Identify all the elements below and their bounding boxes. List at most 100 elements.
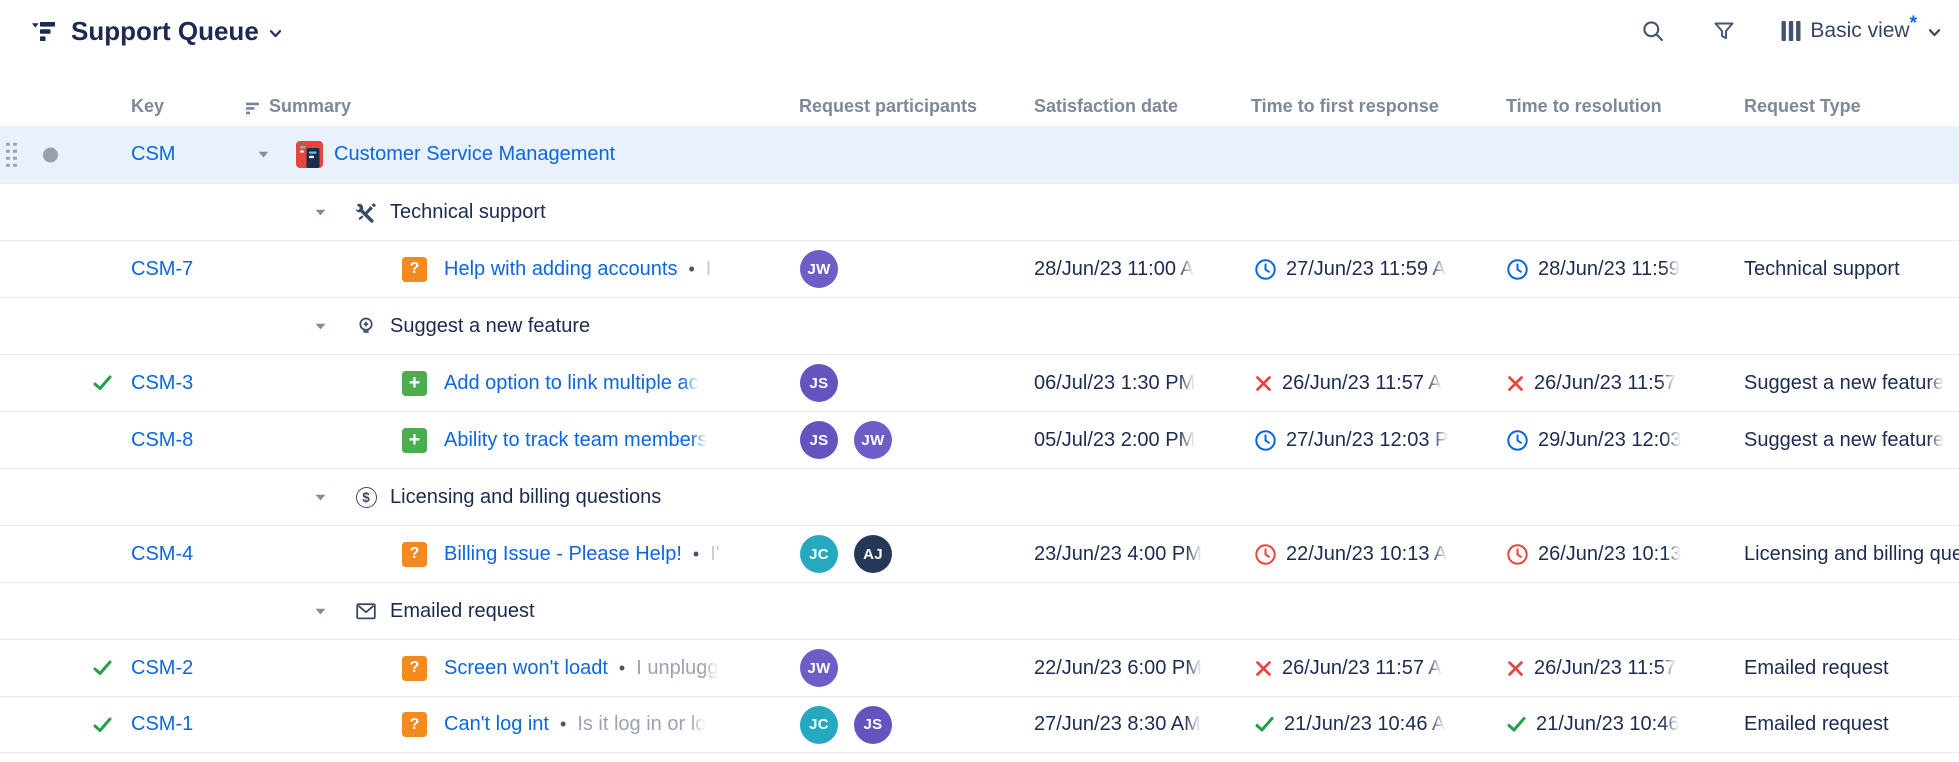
request-type-value: Emailed request [1744, 713, 1889, 736]
support-queue-page: Support Queue Basic view* [0, 0, 1959, 762]
column-header-key[interactable]: Key [34, 96, 215, 126]
group-row-emailed-request[interactable]: Emailed request [0, 582, 1959, 639]
view-switcher-button[interactable]: Basic view* [1781, 19, 1943, 43]
request-type-value: Suggest a new feature [1744, 429, 1944, 452]
envelope-icon [355, 603, 377, 620]
time-to-resolution-value: 28/Jun/23 11:59 [1538, 258, 1680, 281]
issue-key-link[interactable]: CSM-7 [131, 258, 193, 281]
suggestion-request-icon: + [402, 371, 427, 396]
project-key-link[interactable]: CSM [131, 143, 175, 166]
request-type-value: Suggest a new feature [1744, 372, 1944, 395]
avatar[interactable]: JW [800, 649, 838, 687]
satisfaction-date-value: 23/Jun/23 4:00 PM [1034, 543, 1202, 566]
table-header: Key Summary Request participants Satisfa… [0, 62, 1959, 126]
search-button[interactable] [1637, 15, 1669, 47]
avatar[interactable]: AJ [854, 535, 892, 573]
table-row-csm-8[interactable]: CSM-8 + Ability to track team members JS… [0, 411, 1959, 468]
issue-description-snippet: I [706, 258, 712, 281]
collapse-chevron-icon[interactable] [255, 146, 272, 163]
search-icon [1641, 19, 1665, 43]
status-dot [43, 147, 58, 162]
request-type-value: Technical support [1744, 258, 1900, 281]
issue-key-link[interactable]: CSM-8 [131, 429, 193, 452]
suggestion-request-icon: + [402, 428, 427, 453]
sort-icon[interactable] [244, 100, 261, 117]
collapse-chevron-icon[interactable] [312, 603, 329, 620]
table-row-csm-2[interactable]: CSM-2 ? Screen won't loadt • I unplugg J… [0, 639, 1959, 696]
page-title: Support Queue [71, 16, 259, 47]
avatar[interactable]: JS [800, 421, 838, 459]
project-title-link[interactable]: Customer Service Management [334, 143, 615, 166]
collapse-chevron-icon[interactable] [312, 489, 329, 506]
avatar[interactable]: JC [800, 706, 838, 744]
clock-icon [1506, 429, 1529, 452]
title-chevron-down-icon[interactable] [267, 25, 284, 42]
group-row-technical-support[interactable]: Technical support [0, 183, 1959, 240]
group-label: Technical support [390, 201, 546, 224]
satisfaction-date-value: 05/Jul/23 2:00 PM [1034, 429, 1195, 452]
filter-button[interactable] [1709, 16, 1739, 46]
group-row-suggest-a-new-feature[interactable]: Suggest a new feature [0, 297, 1959, 354]
column-header-time-to-first-response[interactable]: Time to first response [1250, 96, 1502, 126]
collapse-chevron-icon[interactable] [312, 318, 329, 335]
summary-separator-dot: • [560, 714, 566, 735]
time-to-first-response-value: 27/Jun/23 11:59 A [1286, 258, 1446, 281]
issue-key-link[interactable]: CSM-3 [131, 372, 193, 395]
time-to-first-response-value: 26/Jun/23 11:57 A [1282, 657, 1442, 680]
issue-title-link[interactable]: Help with adding accounts [444, 258, 677, 281]
toolbar-actions: Basic view* [1637, 15, 1943, 47]
clock-icon [1506, 543, 1529, 566]
issue-key-link[interactable]: CSM-2 [131, 657, 193, 680]
group-label: Emailed request [390, 600, 535, 623]
satisfaction-date-value: 06/Jul/23 1:30 PM [1034, 372, 1195, 395]
column-header-summary[interactable]: Summary [215, 96, 797, 126]
issue-title-link[interactable]: Billing Issue - Please Help! [444, 543, 682, 566]
request-type-value: Emailed request [1744, 657, 1889, 680]
check-icon [1254, 714, 1275, 735]
view-name-label: Basic view* [1810, 19, 1917, 43]
column-header-satisfaction-date[interactable]: Satisfaction date [1030, 96, 1250, 126]
table-row-csm-3[interactable]: CSM-3 + Add option to link multiple ac J… [0, 354, 1959, 411]
clock-icon [1506, 258, 1529, 281]
column-header-time-to-resolution[interactable]: Time to resolution [1502, 96, 1740, 126]
time-to-resolution-value: 26/Jun/23 11:57 [1534, 372, 1676, 395]
resolved-check-icon [92, 658, 113, 679]
question-request-icon: ? [402, 257, 427, 282]
time-to-first-response-value: 22/Jun/23 10:13 A [1286, 543, 1447, 566]
clock-icon [1254, 543, 1277, 566]
collapse-chevron-icon[interactable] [312, 204, 329, 221]
lightbulb-icon [355, 316, 377, 337]
time-to-first-response-value: 21/Jun/23 10:46 A [1284, 713, 1445, 736]
issue-title-link[interactable]: Screen won't loadt [444, 657, 608, 680]
check-icon [1506, 714, 1527, 735]
table-row-csm-4[interactable]: CSM-4 ? Billing Issue - Please Help! • I… [0, 525, 1959, 582]
clock-icon [1254, 429, 1277, 452]
avatar[interactable]: JS [854, 706, 892, 744]
x-icon [1254, 659, 1273, 678]
question-request-icon: ? [402, 656, 427, 681]
column-header-request-participants[interactable]: Request participants [797, 96, 1030, 126]
group-label: Suggest a new feature [390, 315, 590, 338]
question-request-icon: ? [402, 712, 427, 737]
avatar[interactable]: JW [854, 421, 892, 459]
issue-title-link[interactable]: Can't log int [444, 713, 549, 736]
drag-handle[interactable] [6, 142, 17, 167]
table-row-csm-7[interactable]: CSM-7 ? Help with adding accounts • I JW… [0, 240, 1959, 297]
summary-separator-dot: • [693, 544, 699, 565]
question-request-icon: ? [402, 542, 427, 567]
queue-structure-icon [30, 18, 57, 45]
satisfaction-date-value: 27/Jun/23 8:30 AM [1034, 713, 1201, 736]
issue-key-link[interactable]: CSM-1 [131, 713, 193, 736]
avatar[interactable]: JC [800, 535, 838, 573]
group-row-licensing-and-billing[interactable]: $ Licensing and billing questions [0, 468, 1959, 525]
avatar[interactable]: JW [800, 250, 838, 288]
issue-title-link[interactable]: Add option to link multiple ac [444, 372, 699, 395]
table-row-project-csm[interactable]: CSM Customer Service Management [0, 126, 1959, 183]
issue-title-link[interactable]: Ability to track team members [444, 429, 707, 452]
issue-key-link[interactable]: CSM-4 [131, 543, 193, 566]
table-row-csm-1[interactable]: CSM-1 ? Can't log int • Is it log in or … [0, 696, 1959, 753]
satisfaction-date-value: 22/Jun/23 6:00 PM [1034, 657, 1202, 680]
issue-description-snippet: I' [710, 543, 719, 566]
avatar[interactable]: JS [800, 364, 838, 402]
column-header-request-type[interactable]: Request Type [1740, 96, 1959, 126]
